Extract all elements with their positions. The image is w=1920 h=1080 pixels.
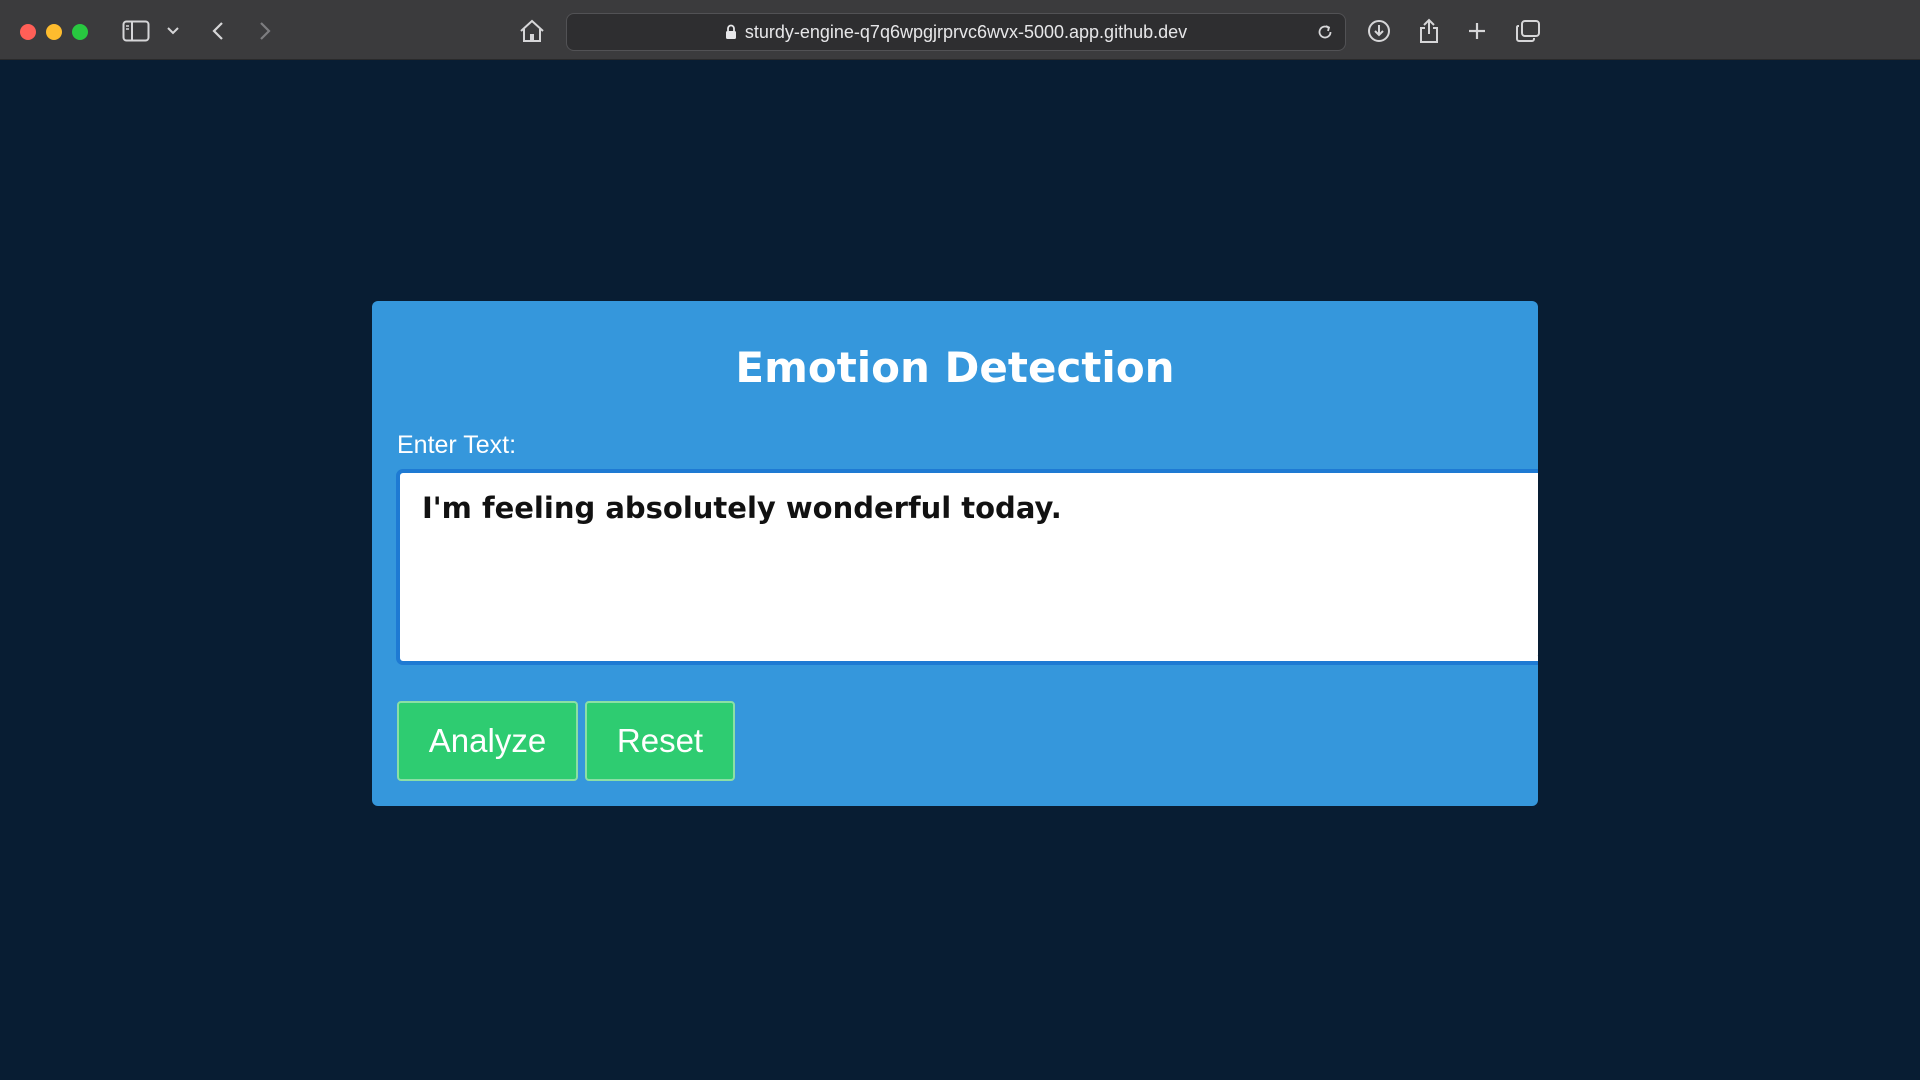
chevron-left-icon[interactable] [206, 16, 230, 46]
text-input-value: I'm feeling absolutely wonderful today. [422, 491, 1062, 525]
address-bar[interactable]: sturdy-engine-q7q6wpgjrprvc6wvx-5000.app… [566, 13, 1346, 51]
page-title: Emotion Detection [735, 343, 1175, 392]
window-close-button[interactable] [20, 24, 36, 40]
plus-icon[interactable] [1462, 16, 1492, 46]
tabs-overview-icon[interactable] [1512, 16, 1544, 46]
resize-grip-icon[interactable] [1536, 647, 1538, 657]
analyze-button[interactable]: Analyze [397, 701, 578, 781]
home-icon[interactable] [516, 16, 548, 46]
chevron-right-icon[interactable] [253, 16, 277, 46]
address-url: sturdy-engine-q7q6wpgjrprvc6wvx-5000.app… [744, 21, 1188, 42]
download-icon[interactable] [1364, 16, 1394, 46]
window-maximize-button[interactable] [72, 24, 88, 40]
window-minimize-button[interactable] [46, 24, 62, 40]
emotion-detection-card: Emotion Detection Enter Text: I'm feelin… [372, 301, 1538, 806]
share-icon[interactable] [1414, 16, 1444, 46]
sidebar-toggle-icon[interactable] [120, 16, 152, 46]
page-viewport: Emotion Detection Enter Text: I'm feelin… [0, 60, 1920, 1080]
input-label: Enter Text: [397, 431, 517, 459]
reset-button[interactable]: Reset [585, 701, 735, 781]
lock-icon [725, 24, 737, 40]
browser-toolbar: sturdy-engine-q7q6wpgjrprvc6wvx-5000.app… [0, 0, 1920, 60]
reload-icon[interactable] [1313, 20, 1337, 44]
text-input[interactable]: I'm feeling absolutely wonderful today. [396, 469, 1538, 665]
chevron-down-icon[interactable] [164, 16, 182, 46]
